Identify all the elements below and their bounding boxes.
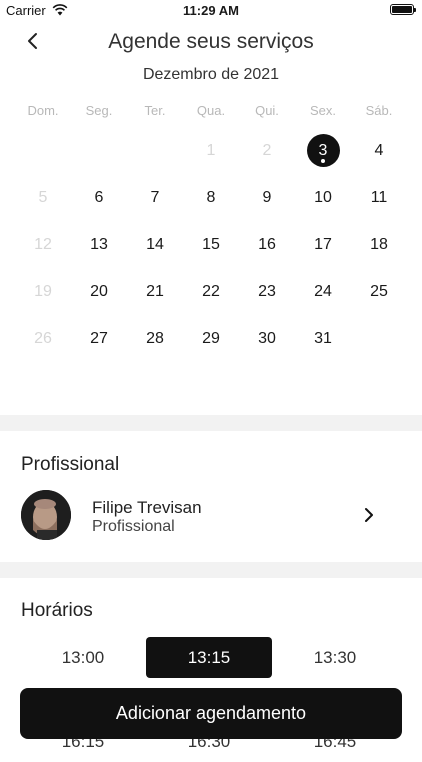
selected-day-dot-icon bbox=[321, 159, 325, 163]
calendar-day[interactable]: 24 bbox=[295, 268, 351, 315]
month-label: Dezembro de 2021 bbox=[142, 66, 280, 83]
calendar-day[interactable]: 6 bbox=[71, 174, 127, 221]
weekday-label: Sex. bbox=[309, 103, 336, 118]
professional-role: Profissional bbox=[92, 518, 175, 535]
calendar-day[interactable]: 20 bbox=[71, 268, 127, 315]
calendar-day: 5 bbox=[38, 188, 48, 206]
calendar-day[interactable]: 3 bbox=[295, 127, 351, 174]
calendar-day: 1 bbox=[206, 141, 216, 159]
calendar-day[interactable]: 18 bbox=[351, 221, 407, 268]
weekday-label: Dom. bbox=[27, 103, 59, 118]
calendar-day-number: 3 bbox=[318, 141, 328, 159]
calendar-empty-cell bbox=[127, 127, 183, 174]
calendar-day[interactable]: 31 bbox=[295, 315, 351, 362]
calendar-empty-cell bbox=[15, 127, 71, 174]
time-slot[interactable]: 13:15 bbox=[146, 637, 272, 678]
weekday-label: Ter. bbox=[144, 103, 166, 118]
calendar-day[interactable]: 11 bbox=[351, 174, 407, 221]
calendar-day[interactable]: 10 bbox=[295, 174, 351, 221]
calendar-day[interactable]: 15 bbox=[183, 221, 239, 268]
status-time: 11:29 AM bbox=[183, 3, 239, 18]
calendar-day[interactable]: 27 bbox=[71, 315, 127, 362]
weekday-label: Qua. bbox=[196, 103, 226, 118]
chevron-right-icon[interactable] bbox=[360, 506, 378, 524]
avatar-photo-icon bbox=[21, 490, 71, 540]
calendar-grid: 1 2 3 4 5 6 7 8 9 10 11 12 13 14 15 16 17 18 19 20 21 22 23 24 2… bbox=[15, 127, 407, 362]
calendar-day[interactable]: 13 bbox=[71, 221, 127, 268]
add-appointment-button[interactable]: Adicionar agendamento bbox=[20, 688, 402, 739]
calendar-day[interactable]: 7 bbox=[127, 174, 183, 221]
page-title: Agende seus serviços bbox=[108, 30, 314, 53]
calendar-day: 19 bbox=[34, 282, 52, 300]
schedule-section-title: Horários bbox=[21, 600, 93, 621]
calendar-day[interactable]: 14 bbox=[127, 221, 183, 268]
calendar-day: 26 bbox=[34, 329, 52, 347]
professional-section-title: Profissional bbox=[21, 454, 120, 475]
calendar-day[interactable]: 4 bbox=[351, 127, 407, 174]
section-divider bbox=[0, 415, 422, 431]
status-bar: Carrier 11:29 AM bbox=[0, 0, 422, 22]
professional-name: Filipe Trevisan bbox=[92, 498, 202, 517]
weekday-header: Dom. Seg. Ter. Qua. Qui. Sex. Sáb. bbox=[15, 103, 407, 118]
calendar-day[interactable]: 23 bbox=[239, 268, 295, 315]
calendar-day: 2 bbox=[262, 141, 272, 159]
calendar-day[interactable]: 29 bbox=[183, 315, 239, 362]
weekday-label: Sáb. bbox=[365, 103, 393, 118]
weekday-label: Qui. bbox=[255, 103, 279, 118]
calendar-day[interactable]: 16 bbox=[239, 221, 295, 268]
calendar-day[interactable]: 9 bbox=[239, 174, 295, 221]
time-slot[interactable]: 13:00 bbox=[20, 637, 146, 678]
calendar-day[interactable]: 8 bbox=[183, 174, 239, 221]
calendar-day[interactable]: 30 bbox=[239, 315, 295, 362]
calendar-day[interactable]: 28 bbox=[127, 315, 183, 362]
section-divider bbox=[0, 562, 422, 578]
calendar-day[interactable]: 17 bbox=[295, 221, 351, 268]
time-slot[interactable]: 13:30 bbox=[272, 637, 398, 678]
avatar[interactable] bbox=[21, 490, 71, 540]
calendar-day[interactable]: 21 bbox=[127, 268, 183, 315]
battery-icon bbox=[390, 4, 416, 15]
calendar-day: 12 bbox=[34, 235, 52, 253]
weekday-label: Seg. bbox=[85, 103, 113, 118]
calendar-empty-cell bbox=[71, 127, 127, 174]
calendar-day[interactable]: 25 bbox=[351, 268, 407, 315]
calendar-empty-cell bbox=[351, 315, 407, 362]
calendar-day[interactable]: 22 bbox=[183, 268, 239, 315]
